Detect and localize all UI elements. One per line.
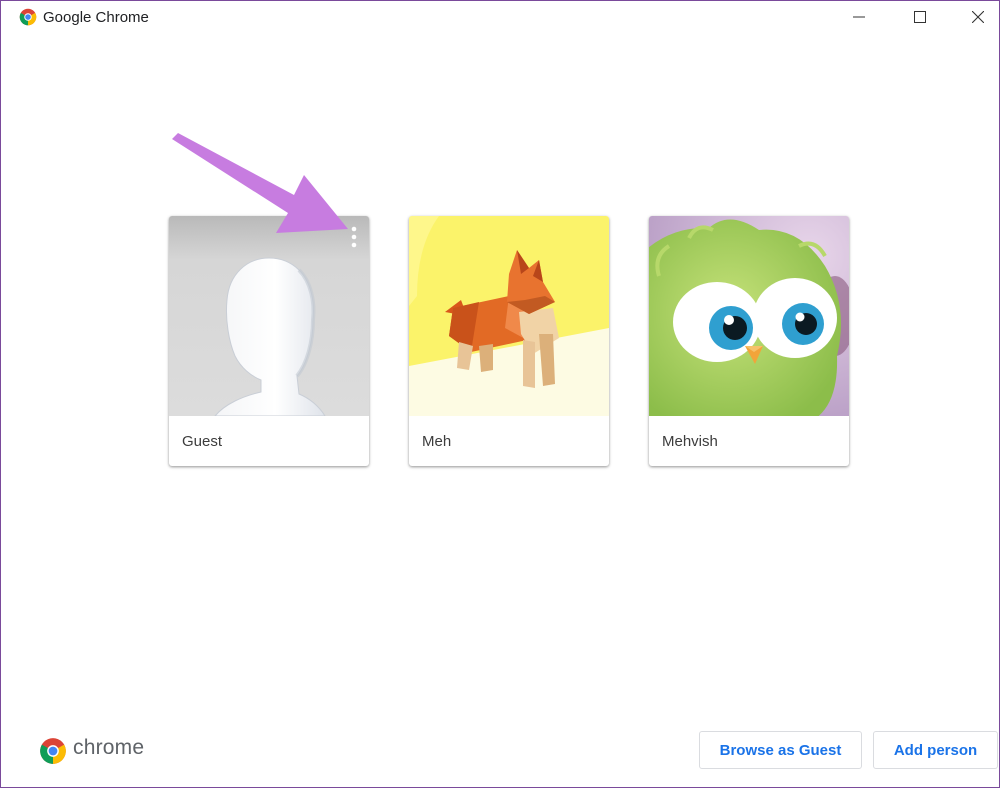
- chrome-logo-icon: [40, 738, 66, 764]
- more-vertical-icon: [351, 226, 357, 248]
- chrome-wordmark: chrome: [73, 736, 145, 759]
- guest-avatar-image: [169, 216, 369, 416]
- mehvish-avatar-image: [649, 216, 849, 416]
- profile-card-guest[interactable]: Guest: [169, 216, 369, 466]
- profile-menu-button[interactable]: [345, 224, 363, 250]
- meh-avatar-image: [409, 216, 609, 416]
- profile-name: Meh: [422, 433, 452, 450]
- close-button[interactable]: [955, 1, 999, 33]
- minimize-button[interactable]: [836, 1, 882, 33]
- maximize-icon: [914, 11, 926, 23]
- window-title: Google Chrome: [43, 9, 149, 26]
- add-person-button[interactable]: Add person: [873, 731, 998, 769]
- browse-as-guest-button[interactable]: Browse as Guest: [699, 731, 862, 769]
- guest-silhouette-avatar: [169, 216, 369, 416]
- profile-name: Mehvish: [662, 433, 718, 450]
- close-icon: [972, 11, 984, 23]
- profile-name: Guest: [182, 433, 223, 450]
- origami-corgi-avatar: [409, 216, 609, 416]
- maximize-button[interactable]: [897, 1, 943, 33]
- chrome-profile-picker-window: Google Chrome Guest Meh Mehvish chrome B…: [0, 0, 1000, 788]
- title-bar: Google Chrome: [1, 1, 999, 33]
- profile-card-meh[interactable]: Meh: [409, 216, 609, 466]
- chrome-logo-icon: [19, 8, 37, 26]
- green-bird-avatar: [649, 216, 849, 416]
- minimize-icon: [853, 16, 865, 18]
- profile-card-mehvish[interactable]: Mehvish: [649, 216, 849, 466]
